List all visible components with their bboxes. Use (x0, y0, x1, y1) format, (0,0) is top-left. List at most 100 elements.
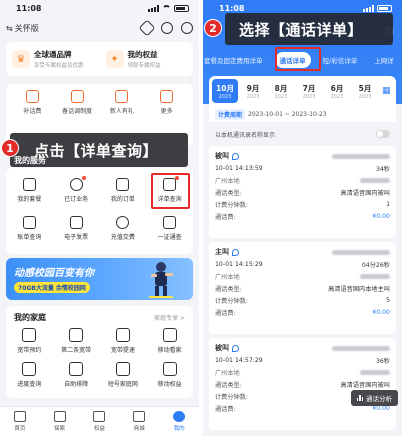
month-year: 2023 (358, 93, 372, 100)
service-label: 我的套餐 (17, 196, 42, 203)
tab-home[interactable]: 首页 (13, 411, 26, 432)
wrench-icon (69, 362, 84, 376)
message-icon[interactable] (181, 22, 193, 34)
call-record[interactable]: 被叫 10-01 14:57:29 36秒 广州本地 通话类型: 高清语音国内被叫… (209, 338, 396, 430)
service-bill-query[interactable]: 账单查询 (11, 216, 47, 254)
family-label: 进度查询 (17, 381, 42, 388)
family-benefits[interactable]: 移动权益 (151, 362, 189, 396)
switch-icon: ⇆ (6, 23, 13, 33)
call-record[interactable]: 主叫 10-01 14:15:29 04分26秒 广州本地 通话类型: 高清语音国… (209, 242, 396, 334)
month-item[interactable]: 6月 2023 (324, 79, 350, 103)
family-second-broadband[interactable]: 第二条宽带 (57, 328, 95, 362)
campus-banner[interactable]: 动感校园百变有你 70GB大流量 余情校园网 (6, 258, 193, 300)
care-mode-button[interactable]: ⇆ 关怀版 (6, 23, 39, 34)
record-detail-row: 计费分钟数: 1 (215, 198, 390, 210)
rights-item-benefits[interactable]: ✦ 我的权益 领取专属权益 (100, 42, 194, 76)
step2-text: 选择【通话详单】 (239, 20, 364, 39)
month-label: 9月 (246, 83, 260, 93)
package-icon (22, 178, 36, 191)
mall-icon (133, 411, 146, 422)
record-place: 广州本地 (215, 273, 240, 281)
month-item[interactable]: 8月 2023 (268, 79, 294, 103)
router-icon (69, 328, 84, 342)
call-type: 主叫 (215, 247, 239, 257)
month-item[interactable]: 7月 2023 (296, 79, 322, 103)
calendar-icon[interactable]: ▦ (382, 86, 391, 96)
service-orders[interactable]: 我的订单 (105, 178, 141, 216)
record-detail-row: 计费分钟数: 5 (215, 294, 390, 306)
service-subscribed[interactable]: 已订业务 (58, 176, 94, 216)
family-progress[interactable]: 进度查询 (10, 362, 48, 396)
recharge-icon (116, 216, 130, 229)
plan-icon (70, 90, 84, 103)
month-item[interactable]: 9月 2023 (240, 79, 266, 103)
month-item[interactable]: 5月 2023 (352, 79, 378, 103)
month-year: 2023 (274, 93, 288, 100)
bill-icon (22, 216, 36, 229)
service-e-invoice[interactable]: 电子发票 (58, 216, 94, 254)
call-analysis-label: 通话分析 (366, 395, 392, 403)
detail-query-highlight (151, 173, 190, 209)
record-value: ¥0.00 (372, 212, 390, 220)
family-broadband-booking[interactable]: 宽带预约 (10, 328, 48, 362)
masked-number (332, 153, 390, 159)
family-speedup[interactable]: 宽带提速 (104, 328, 142, 362)
tab-explore[interactable]: 探索 (53, 411, 66, 432)
status-icons (363, 4, 392, 12)
gift-box-icon (115, 90, 129, 103)
family-more-link[interactable]: 家庭专享 > (154, 313, 185, 322)
phone-icon (232, 248, 239, 256)
bar-chart-icon (356, 395, 363, 401)
month-item[interactable]: 10月 2023 (212, 79, 238, 103)
tab-data-detail[interactable]: 上网详 (369, 52, 399, 68)
signal-icon (363, 4, 374, 12)
record-time: 10-01 14:57:29 (215, 356, 263, 364)
call-record[interactable]: 被叫 10-01 14:13:59 34秒 广州本地 通话类型: 高清语音国内被叫… (209, 146, 396, 238)
rights-sub: 领取专属权益 (127, 63, 161, 69)
step1-num: 1 (6, 141, 14, 155)
tab-sms-detail[interactable]: 短/彩信详单 (318, 52, 363, 68)
customer-service-icon[interactable] (161, 22, 173, 34)
family-troubleshoot[interactable]: 自助排障 (57, 362, 95, 396)
family-short-number[interactable]: 短号家庭网 (104, 362, 142, 396)
quick-item-more[interactable]: 更多 (149, 90, 185, 115)
more-icon (160, 90, 174, 103)
id-card-icon (163, 216, 177, 229)
benefits-icon (93, 411, 106, 422)
service-recharge[interactable]: 充值交费 (105, 216, 141, 254)
month-label: 7月 (302, 83, 316, 93)
record-value: 1 (386, 200, 390, 208)
rights-card: ♛ 全球通品牌 享受专属权益及优惠 ✦ 我的权益 领取专属权益 (6, 42, 193, 76)
family-grid: 宽带预约 第二条宽带 宽带提速 移动看家 进度查询 自助排障 短号家庭网 移动权… (6, 328, 193, 396)
rights-title: 全球通品牌 (34, 50, 72, 59)
tab-mine[interactable]: 我的 (173, 411, 186, 432)
tab-label: 权益 (93, 426, 105, 432)
status-time: 11:08 (219, 3, 245, 13)
camera-icon (162, 328, 177, 342)
family-home-camera[interactable]: 移动看家 (151, 328, 189, 362)
tab-package-fee[interactable]: 套餐及固定费用详单 (203, 52, 268, 68)
service-label: 账单查询 (17, 234, 42, 241)
banner-sub: 70GB大流量 余情校园网 (14, 282, 90, 293)
quick-item-newuser[interactable]: 新人有礼 (104, 90, 140, 115)
quick-item-topup[interactable]: 补话费 (14, 90, 50, 115)
record-detail-row: 通话费: ¥0.00 (215, 210, 390, 222)
rights-item-brand[interactable]: ♛ 全球通品牌 享受专属权益及优惠 (6, 42, 100, 76)
month-label: 5月 (358, 83, 372, 93)
record-value: ¥0.00 (372, 308, 390, 316)
call-analysis-button[interactable]: 通话分析 (350, 390, 398, 406)
record-key: 通话类型: (215, 285, 242, 293)
masked-location (360, 369, 390, 375)
record-key: 通话类型: (215, 381, 242, 389)
tab-mall[interactable]: 商城 (133, 411, 146, 432)
settings-icon[interactable] (138, 19, 156, 37)
contact-name-toggle[interactable] (376, 130, 390, 138)
contact-name-toggle-label: 以本机通讯录名称显示 (215, 131, 276, 139)
service-my-plan[interactable]: 我的套餐 (11, 178, 47, 216)
quick-item-plan[interactable]: 备话调制度 (59, 90, 95, 115)
record-detail-row: 通话类型: 高清语音国内本地主叫 (215, 282, 390, 294)
tab-benefits[interactable]: 权益 (93, 411, 106, 432)
month-selector: 10月 2023 9月 2023 8月 2023 7月 2023 6月 2023 5月 20… (209, 76, 396, 106)
record-key: 计费分钟数: (215, 393, 249, 401)
service-id-check[interactable]: 一证通查 (152, 216, 188, 254)
